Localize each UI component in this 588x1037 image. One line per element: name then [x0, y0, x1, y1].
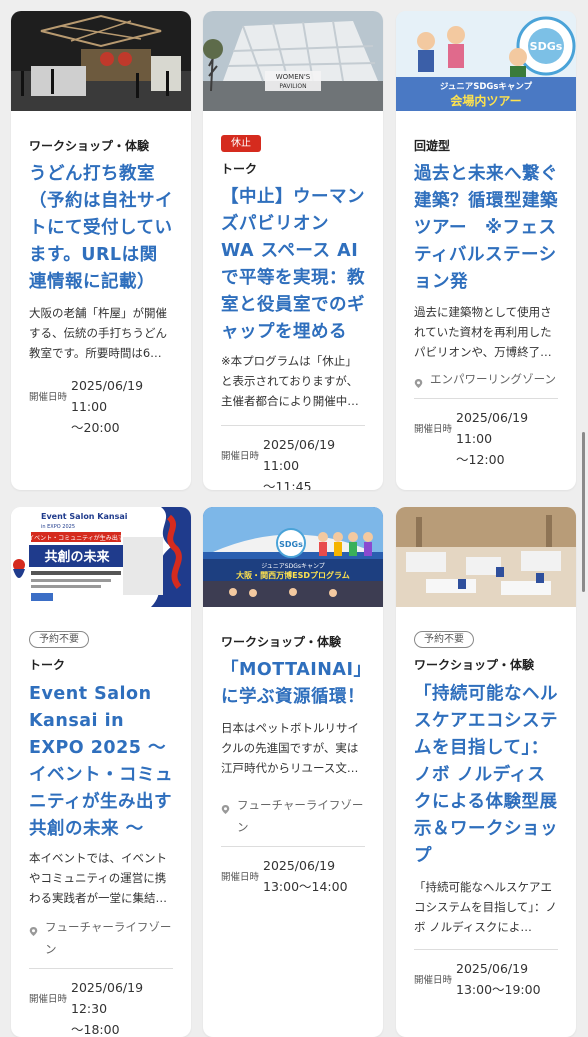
event-card[interactable]: ワークショップ・体験 うどん打ち教室（予約は自社サイトにて受付しています。URL…	[11, 11, 191, 490]
svg-text:SDGs: SDGs	[279, 540, 303, 549]
event-description: 大阪の老舗「杵屋」が開催する、伝統の手打ちうどん教室です。所要時間は6…	[29, 306, 167, 360]
date-value: 2025/06/19 11:00 ～11:45	[263, 437, 336, 490]
svg-text:SDGs: SDGs	[530, 40, 563, 53]
no-reservation-badge: 予約不要	[29, 631, 89, 648]
event-description: 日本はペットボトルリサイクルの先進国ですが、実は江戸時代からリユース文…	[221, 721, 359, 775]
date-label: 開催日時	[414, 424, 453, 435]
event-category: ワークショップ・体験	[29, 139, 150, 153]
date-value: 2025/06/19 11:00 ～20:00	[71, 378, 144, 435]
svg-text:PAVILION: PAVILION	[279, 83, 306, 90]
svg-text:Event Salon Kansai: Event Salon Kansai	[41, 512, 128, 521]
event-title[interactable]: 「持続可能なヘルスケアエコシステムを目指して」：ノボ ノルディスクによる体験型展…	[414, 681, 558, 870]
event-datetime: 開催日時 2025/06/19 13:00～14:00	[221, 855, 365, 897]
date-label: 開催日時	[29, 994, 68, 1005]
event-description: 本イベントでは、イベントやコミュニティの運営に携わる実践者が一堂に集結…	[29, 851, 167, 905]
event-datetime: 開催日時 2025/06/19 13:00～19:00	[414, 958, 558, 1000]
event-datetime: 開催日時 2025/06/19 11:00 ～11:45	[221, 434, 365, 490]
event-thumbnail: Event Salon Kansai in EXPO 2025 イベント・コミュ…	[11, 507, 191, 607]
svg-text:イベント・コミュニティが生み出す: イベント・コミュニティが生み出す	[28, 534, 124, 542]
location-pin-icon	[221, 805, 230, 814]
event-title[interactable]: うどん打ち教室（予約は自社サイトにて受付しています。URLは関連情報に記載）	[29, 161, 173, 296]
date-value: 2025/06/19 12:30 ～18:00	[71, 980, 144, 1037]
event-category: 回遊型	[414, 139, 451, 153]
svg-text:大阪・関西万博ESDプログラム: 大阪・関西万博ESDプログラム	[236, 570, 350, 580]
location-label: エンパワーリングゾーン	[430, 372, 557, 386]
event-title[interactable]: Event Salon Kansai in EXPO 2025 ～イベント・コミ…	[29, 681, 173, 843]
event-description: 過去に建築物として使用されていた資材を再利用したパビリオンや、万博終了…	[414, 305, 552, 359]
event-description: ※本プログラムは「休止」と表示されておりますが、主催者都合により開催中…	[221, 354, 359, 408]
event-card[interactable]: 予約不要 ワークショップ・体験 「持続可能なヘルスケアエコシステムを目指して」：…	[396, 507, 576, 1037]
date-label: 開催日時	[221, 872, 260, 883]
event-title[interactable]: 【中止】ウーマンズパビリオン WA スペース AIで平等を実現：教室と役員室での…	[221, 184, 365, 346]
event-location: エンパワーリングゾーン	[414, 368, 558, 390]
date-label: 開催日時	[29, 392, 68, 403]
event-location: フューチャーライフゾーン	[221, 794, 365, 838]
event-title[interactable]: 「MOTTAINAI」に学ぶ資源循環！	[221, 657, 365, 711]
svg-text:in EXPO 2025: in EXPO 2025	[41, 524, 75, 530]
date-value: 2025/06/19 13:00～19:00	[456, 961, 541, 997]
event-location: フューチャーライフゾーン	[29, 916, 173, 960]
event-thumbnail	[11, 11, 191, 111]
date-label: 開催日時	[221, 451, 260, 462]
svg-text:ジュニアSDGsキャンプ: ジュニアSDGsキャンプ	[261, 563, 325, 570]
event-datetime: 開催日時 2025/06/19 11:00 ～20:00	[29, 375, 173, 438]
event-thumbnail: WOMEN'S PAVILION	[203, 11, 383, 111]
svg-text:共創の未来: 共創の未来	[44, 549, 110, 565]
event-datetime: 開催日時 2025/06/19 11:00 ～12:00	[414, 407, 558, 470]
svg-text:会場内ツアー: 会場内ツアー	[450, 93, 521, 108]
event-thumbnail: SDGs ジュニアSDGsキャンプ 会場内ツアー	[396, 11, 576, 111]
event-datetime: 開催日時 2025/06/19 12:30 ～18:00	[29, 977, 173, 1037]
location-label: フューチャーライフゾーン	[237, 798, 364, 834]
event-thumbnail: SDGs ジュニアSDGsキャンプ 大阪・関西万博ESDプログラム	[203, 507, 383, 607]
event-title[interactable]: 過去と未来へ繋ぐ建築？循環型建築ツアー ※フェスティバルステーション発	[414, 161, 558, 296]
no-reservation-badge: 予約不要	[414, 631, 474, 648]
svg-text:WOMEN'S: WOMEN'S	[276, 73, 311, 81]
event-card[interactable]: WOMEN'S PAVILION 休止 トーク 【中止】ウーマンズパビリオン W…	[203, 11, 383, 490]
svg-text:ジュニアSDGsキャンプ: ジュニアSDGsキャンプ	[440, 81, 533, 92]
location-pin-icon	[29, 927, 38, 936]
event-card[interactable]: Event Salon Kansai in EXPO 2025 イベント・コミュ…	[11, 507, 191, 1037]
date-value: 2025/06/19 13:00～14:00	[263, 858, 348, 894]
event-category: トーク	[221, 162, 258, 176]
suspended-badge: 休止	[221, 135, 261, 152]
event-category: ワークショップ・体験	[221, 635, 342, 649]
event-category: ワークショップ・体験	[414, 658, 535, 672]
location-label: フューチャーライフゾーン	[45, 920, 172, 956]
event-thumbnail	[396, 507, 576, 607]
event-category: トーク	[29, 658, 66, 672]
event-card[interactable]: SDGs ジュニアSDGsキャンプ 会場内ツアー 回遊型 過去と未来へ繋ぐ建築？…	[396, 11, 576, 490]
event-description: 「持続可能なヘルスケアエコシステムを目指して」：ノボ ノルディスクによ…	[414, 880, 558, 934]
location-pin-icon	[414, 379, 423, 388]
event-card[interactable]: SDGs ジュニアSDGsキャンプ 大阪・関西万博ESDプログラム ワークショッ…	[203, 507, 383, 1037]
date-label: 開催日時	[414, 975, 453, 986]
date-value: 2025/06/19 11:00 ～12:00	[456, 410, 529, 467]
scrollbar[interactable]	[582, 432, 585, 592]
